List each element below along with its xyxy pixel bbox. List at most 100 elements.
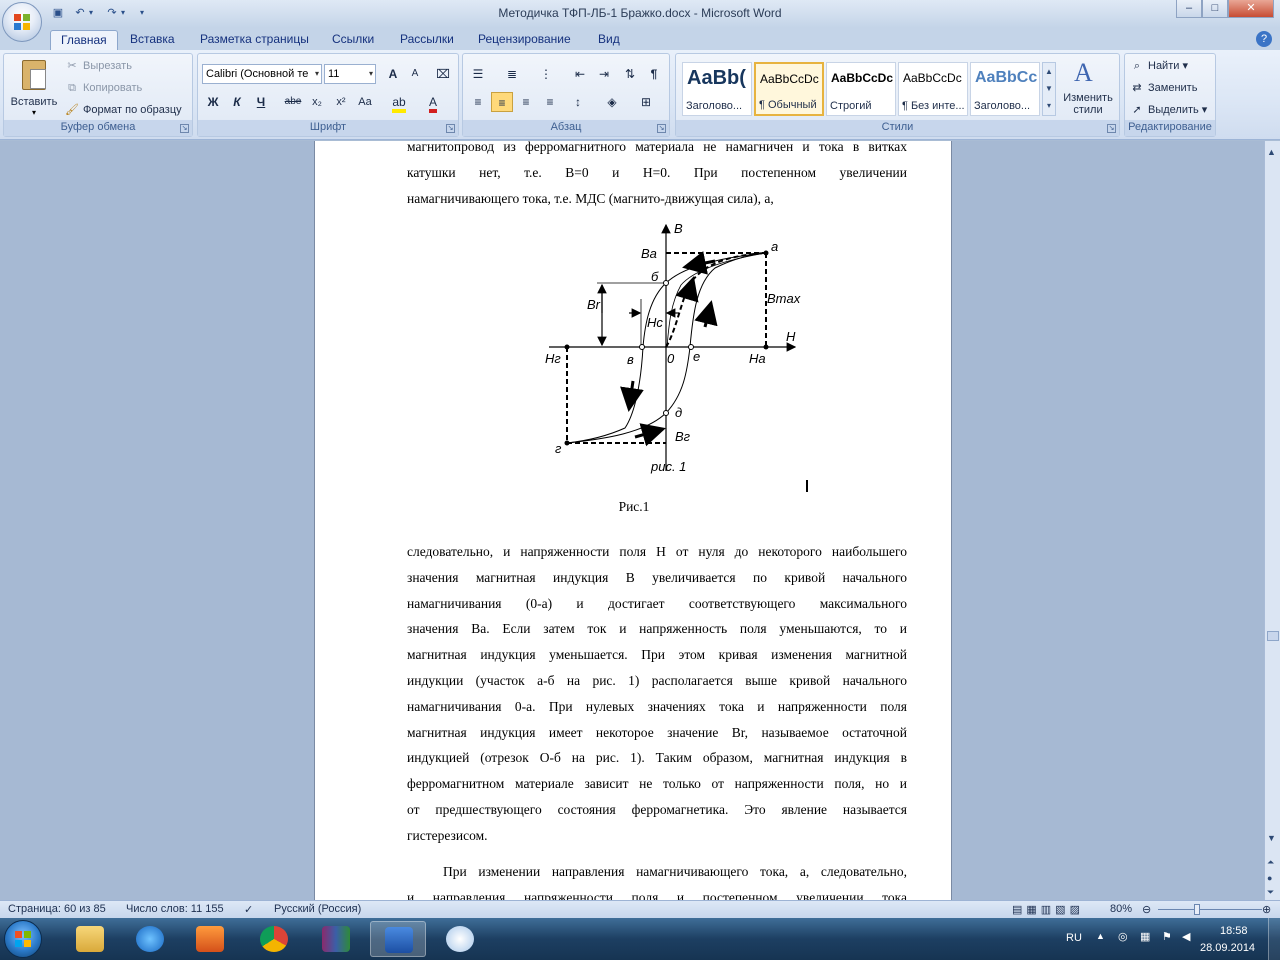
decrease-indent-icon[interactable]: ⇤ [569,64,591,84]
document-page[interactable]: магнитопровод из ферромагнитного материа… [314,141,952,900]
font-size-combo[interactable]: 11 ▾ [324,64,376,84]
taskbar-word[interactable] [370,921,426,957]
flag-icon[interactable]: ⚑ [1162,930,1172,943]
bullets-icon[interactable]: ☰ [467,64,489,84]
minimize-button[interactable]: – [1176,0,1202,18]
network-icon[interactable]: ▦ [1140,930,1150,943]
office-button[interactable] [2,2,42,42]
multilevel-list-icon[interactable]: ⋮ [535,64,557,84]
tab-view[interactable]: Вид [588,30,630,50]
tab-home[interactable]: Главная [50,30,118,50]
style-no-spacing[interactable]: AaBbCcDc ¶ Без инте... [898,62,968,116]
tray-app-icon[interactable]: ◎ [1118,930,1128,943]
close-button[interactable]: ✕ [1228,0,1274,18]
grow-font-button[interactable]: A [382,64,404,84]
change-styles-button[interactable]: A Изменить стили [1060,58,1116,120]
style-heading2[interactable]: AaBbCc Заголово... [970,62,1040,116]
show-marks-icon[interactable]: ¶ [643,64,665,84]
taskbar-winrar[interactable] [308,921,364,957]
language-bar[interactable]: RU [1066,932,1082,944]
browse-object-icon[interactable]: ● [1267,873,1272,883]
change-case-button[interactable]: Aa [354,92,376,112]
taskbar-chrome[interactable] [246,921,302,957]
word-count[interactable]: Число слов: 11 155 [126,903,224,915]
scroll-up-icon[interactable]: ▲ [1267,147,1276,157]
zoom-slider-thumb[interactable] [1194,904,1200,915]
style-heading1[interactable]: AaBb( Заголово... [682,62,752,116]
styles-scroll[interactable]: ▲ ▼ ▾ [1042,62,1056,116]
zoom-in-icon[interactable]: ⊕ [1262,903,1271,916]
line-spacing-icon[interactable]: ↕ [567,92,589,112]
styles-dialog-launcher[interactable]: ↘ [1107,124,1116,133]
clock-time[interactable]: 18:58 [1220,925,1248,937]
align-left-icon[interactable]: ≡ [467,92,489,112]
next-page-icon[interactable]: ⏷ [1267,887,1274,898]
spell-check-icon[interactable]: ✓ [244,903,253,916]
select-button[interactable]: ➚ Выделить ▾ [1129,100,1207,120]
tab-page-layout[interactable]: Разметка страницы [190,30,319,50]
align-right-icon[interactable]: ≡ [515,92,537,112]
shading-icon[interactable]: ◈ [601,92,623,112]
clipboard-dialog-launcher[interactable]: ↘ [180,124,189,133]
find-button[interactable]: ⌕ Найти ▾ [1129,56,1188,76]
style-normal[interactable]: AaBbCcDc ¶ Обычный [754,62,824,116]
prev-page-icon[interactable]: ⏶ [1267,857,1274,868]
justify-icon[interactable]: ≡ [539,92,561,112]
taskbar-explorer[interactable] [62,921,118,957]
font-name-combo[interactable]: Calibri (Основной те ▾ [202,64,322,84]
paste-button[interactable]: Вставить ▾ [8,58,60,120]
zoom-level[interactable]: 80% [1110,903,1132,915]
view-buttons-icon[interactable]: ▤▦▥▧▨ [1012,903,1084,916]
shrink-font-button[interactable]: A [404,64,426,84]
tab-references[interactable]: Ссылки [322,30,384,50]
strikethrough-button[interactable]: abe [282,92,304,112]
highlight-icon[interactable]: ab [388,92,410,113]
taskbar-paint[interactable] [432,921,488,957]
format-painter-button[interactable]: 🖌 Формат по образцу [64,100,182,120]
ribbon-tabs: Главная Вставка Разметка страницы Ссылки… [0,28,1280,50]
font-color-icon[interactable]: A [422,92,444,113]
fig-label-e: е [693,349,700,364]
sort-icon[interactable]: ⇅ [619,64,641,84]
tab-mailings[interactable]: Рассылки [390,30,464,50]
font-dialog-launcher[interactable]: ↘ [446,124,455,133]
taskbar-ie[interactable] [122,921,178,957]
language-indicator[interactable]: Русский (Россия) [274,903,361,915]
align-center-icon[interactable]: ≡ [491,92,513,112]
tray-expand-icon[interactable]: ▲ [1096,931,1105,941]
paste-icon [22,60,46,90]
paragraph-2: следовательно, и напряженности поля H от… [407,544,907,843]
tab-insert[interactable]: Вставка [120,30,185,50]
tab-review[interactable]: Рецензирование [468,30,581,50]
zoom-slider[interactable] [1158,909,1262,910]
zoom-out-icon[interactable]: ⊖ [1142,903,1151,916]
volume-icon[interactable]: ◀ [1182,930,1190,943]
cut-button[interactable]: ✂ Вырезать [64,56,132,76]
italic-button[interactable]: К [226,92,248,112]
taskbar-media[interactable] [182,921,238,957]
start-button[interactable] [4,920,42,958]
scroll-down-icon[interactable]: ▼ [1267,833,1276,843]
fig-label-ris: рис. 1 [650,459,686,474]
replace-button[interactable]: ⇄ Заменить [1129,78,1197,98]
style-strong[interactable]: AaBbCcDc Строгий [826,62,896,116]
system-tray: RU ▲ ◎ ▦ ⚑ ◀ 18:58 28.09.2014 [1050,918,1280,960]
page-count[interactable]: Страница: 60 из 85 [8,903,106,915]
scroll-thumb[interactable] [1267,631,1279,641]
borders-icon[interactable]: ⊞ [635,92,657,112]
numbering-icon[interactable]: ≣ [501,64,523,84]
bold-button[interactable]: Ж [202,92,224,112]
paragraph-3-cont: и направления напряженности поля и посте… [407,890,907,900]
underline-button[interactable]: Ч [250,92,272,112]
help-icon[interactable]: ? [1256,31,1272,47]
increase-indent-icon[interactable]: ⇥ [593,64,615,84]
paragraph-dialog-launcher[interactable]: ↘ [657,124,666,133]
maximize-button[interactable]: □ [1202,0,1228,18]
show-desktop-button[interactable] [1268,918,1280,960]
copy-button[interactable]: ⧉ Копировать [64,78,142,98]
subscript-button[interactable]: x₂ [306,92,328,112]
vertical-scrollbar[interactable]: ▲ ▼ ⏶ ● ⏷ [1264,141,1280,900]
superscript-button[interactable]: x² [330,92,352,112]
clock-date[interactable]: 28.09.2014 [1200,942,1255,954]
clear-formatting-icon[interactable]: ⌧ [432,64,454,84]
